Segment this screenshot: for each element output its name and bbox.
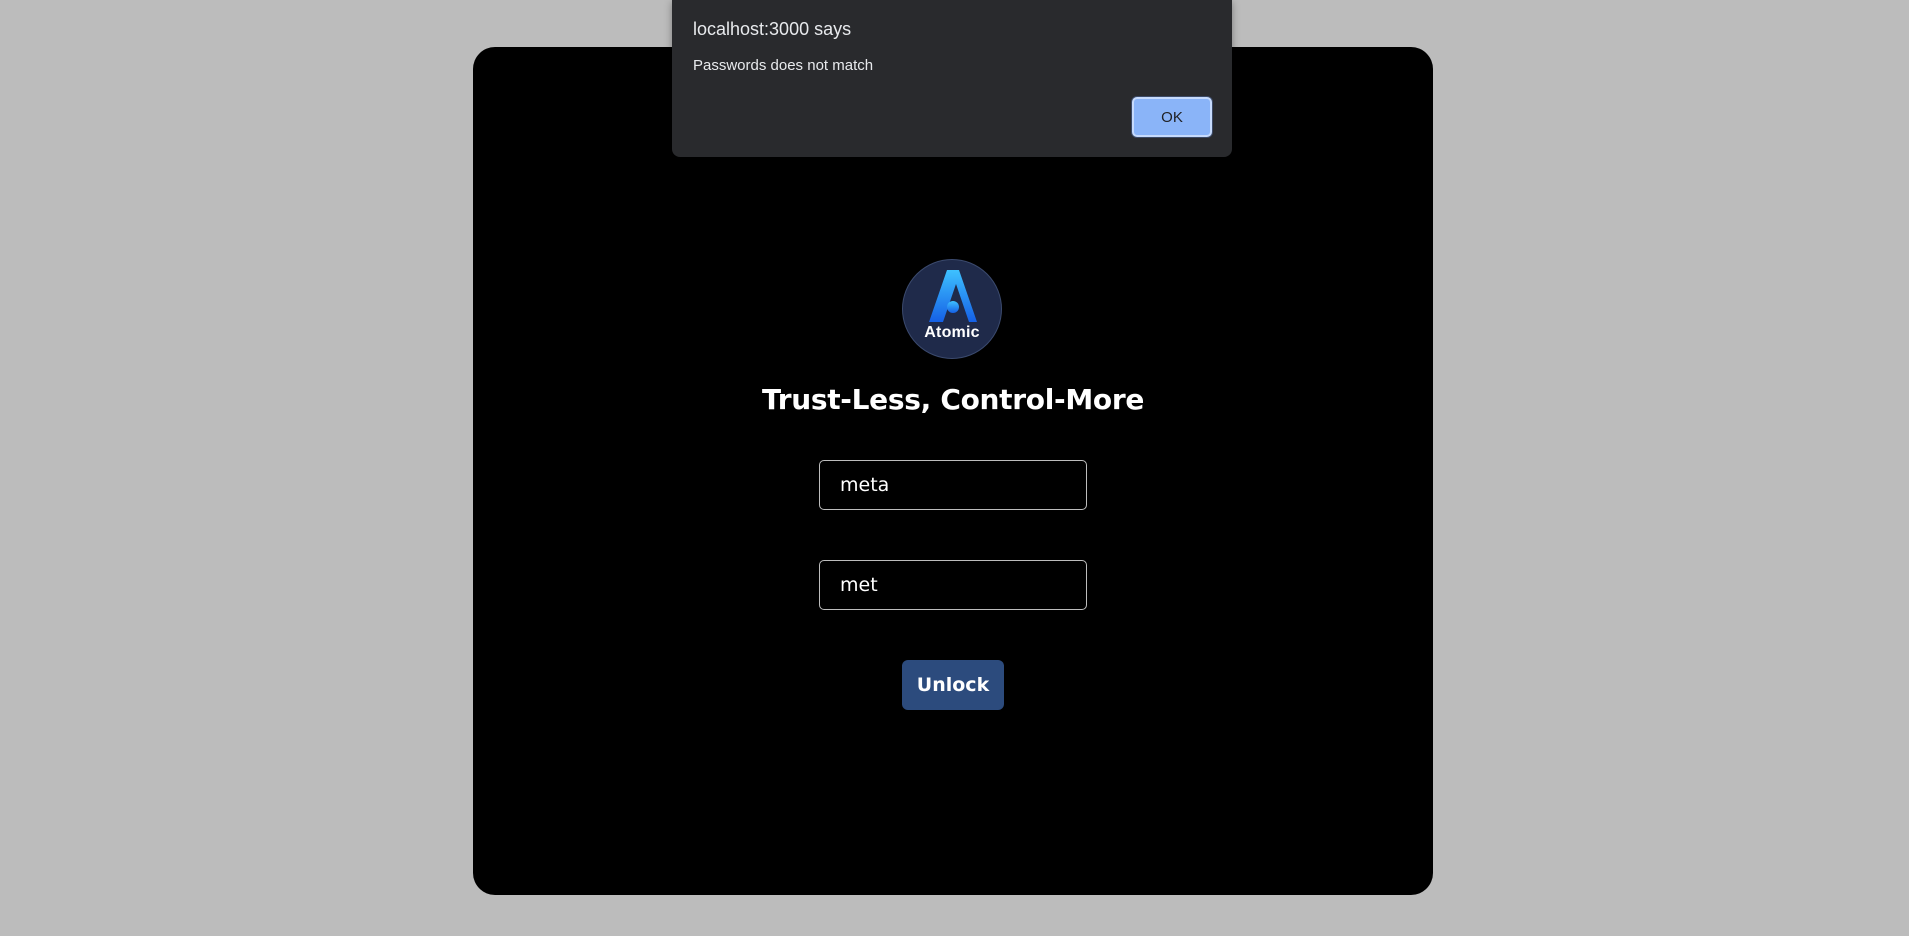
dialog-message: Passwords does not match: [693, 57, 874, 74]
dialog-title: localhost:3000 says: [693, 19, 852, 39]
atomic-a-icon: [929, 270, 977, 322]
confirm-password-input[interactable]: [819, 560, 1087, 610]
alert-dialog: localhost:3000 says Passwords does not m…: [672, 0, 1232, 157]
password-input[interactable]: [819, 460, 1087, 510]
page-title: Trust-Less, Control-More: [761, 383, 1145, 416]
atomic-logo-icon: Atomic: [902, 259, 1002, 359]
unlock-card: Atomic Trust-Less, Control-More Unlock: [473, 47, 1433, 895]
logo-text: Atomic: [924, 324, 980, 341]
unlock-button[interactable]: Unlock: [902, 660, 1004, 710]
ok-button[interactable]: OK: [1132, 97, 1212, 137]
